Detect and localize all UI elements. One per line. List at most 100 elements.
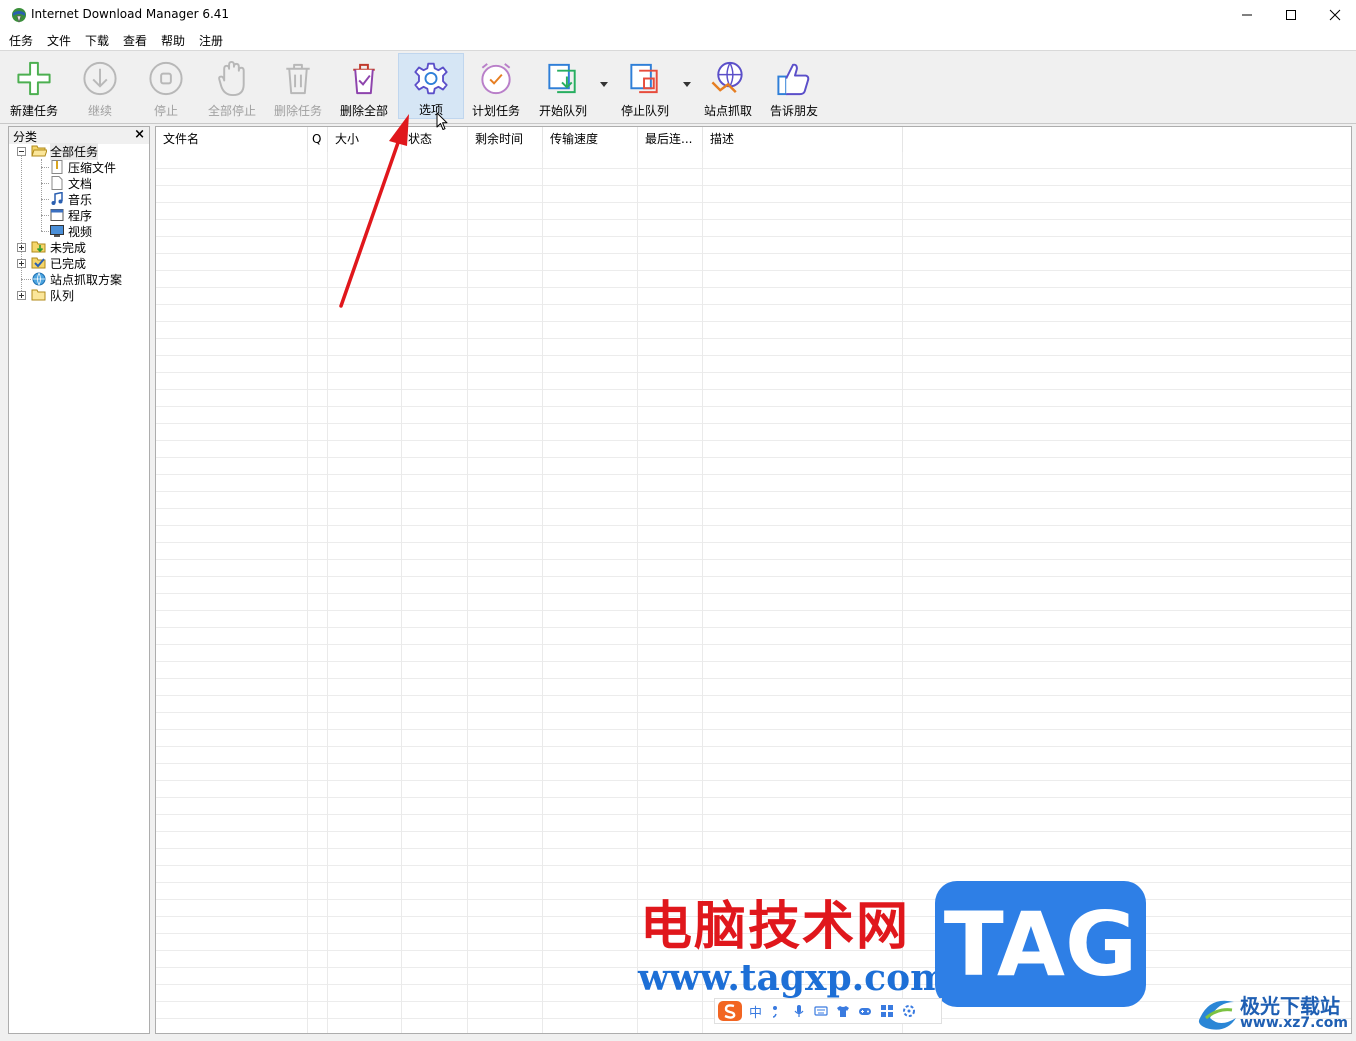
settings-flower-icon[interactable] <box>902 1004 916 1018</box>
document-icon <box>51 176 63 190</box>
toolbox-grid-icon[interactable] <box>880 1004 894 1018</box>
maximize-icon <box>1285 10 1296 20</box>
column-divider <box>542 152 543 1033</box>
tree-line <box>41 215 49 216</box>
tree-label-all: 全部任务 <box>50 142 99 160</box>
menu-register[interactable]: 注册 <box>199 32 223 49</box>
stop-button[interactable]: 停止 <box>136 53 196 119</box>
column-speed[interactable]: 传输速度 <box>543 127 638 152</box>
watermark-xz-url: www.xz7.com <box>1240 1015 1348 1031</box>
column-queue[interactable]: Q <box>308 127 328 152</box>
minimize-icon <box>1241 14 1252 16</box>
start-queue-button[interactable]: 开始队列 <box>532 53 594 119</box>
menu-file[interactable]: 文件 <box>47 32 71 49</box>
close-button[interactable] <box>1312 0 1356 30</box>
minimize-button[interactable] <box>1224 0 1269 30</box>
tree-line <box>41 183 49 184</box>
download-circle-icon <box>83 61 117 96</box>
tree-line <box>21 155 22 295</box>
tree-line <box>41 159 42 231</box>
tree-item-grabber-projects[interactable]: 站点抓取方案 <box>31 271 122 287</box>
start-queue-dropdown-icon[interactable] <box>600 82 608 88</box>
tree-item-finished[interactable]: 已完成 <box>31 255 86 271</box>
tree-item-video[interactable]: 视频 <box>49 223 92 239</box>
categories-panel: 分类 × 全部任务 压缩文件 文档 音乐 程序 视频 未完成 已完成 站点抓取方… <box>8 126 150 1034</box>
mouse-cursor-icon <box>436 112 448 130</box>
tree-collapse-toggle[interactable] <box>17 147 26 156</box>
stop-circle-icon <box>149 61 183 96</box>
tell-friend-button[interactable]: 告诉朋友 <box>764 53 824 119</box>
delete-task-label: 删除任务 <box>273 104 322 118</box>
tree-item-documents[interactable]: 文档 <box>49 175 92 191</box>
queue-stop-icon <box>630 63 658 94</box>
video-screen-icon <box>50 225 64 237</box>
menu-tasks[interactable]: 任务 <box>9 32 33 49</box>
tree-expand-toggle[interactable] <box>17 243 26 252</box>
ime-mode-label[interactable]: 中 <box>749 1002 762 1021</box>
tree-item-all[interactable]: 全部任务 <box>31 142 99 160</box>
scheduler-label: 计划任务 <box>471 104 520 118</box>
tree-expand-toggle[interactable] <box>17 291 26 300</box>
menu-view[interactable]: 查看 <box>123 32 147 49</box>
stop-queue-dropdown-icon[interactable] <box>683 82 691 88</box>
delete-task-button[interactable]: 删除任务 <box>268 53 328 119</box>
stop-queue-label: 停止队列 <box>620 104 669 118</box>
close-icon <box>1329 9 1340 21</box>
start-queue-label: 开始队列 <box>538 104 587 118</box>
idm-logo-icon <box>12 8 26 23</box>
menu-help[interactable]: 帮助 <box>161 32 185 49</box>
column-divider <box>307 152 308 1033</box>
watermark-tag-logo: TAG <box>935 881 1146 1007</box>
tree-label-finished: 已完成 <box>50 256 87 271</box>
microphone-icon[interactable] <box>792 1004 806 1018</box>
new-task-button[interactable]: 新建任务 <box>4 53 64 119</box>
gamepad-icon[interactable] <box>858 1004 872 1018</box>
tree-item-compressed[interactable]: 压缩文件 <box>49 159 116 175</box>
tree-line <box>21 279 31 280</box>
tree-label-grabber-projects: 站点抓取方案 <box>50 272 123 287</box>
tree-item-queues[interactable]: 队列 <box>31 287 74 303</box>
watermark-site-url: www.tagxp.com <box>638 957 949 999</box>
tree-item-unfinished[interactable]: 未完成 <box>31 239 86 255</box>
keyboard-icon[interactable] <box>814 1004 828 1018</box>
scheduler-button[interactable]: 计划任务 <box>466 53 526 119</box>
resume-button[interactable]: 继续 <box>70 53 130 119</box>
watermark-site-name: 电脑技术网 <box>640 897 911 957</box>
site-grabber-button[interactable]: 站点抓取 <box>698 53 758 119</box>
tree-item-programs[interactable]: 程序 <box>49 207 92 223</box>
punctuation-icon[interactable] <box>770 1004 784 1018</box>
unfinished-folder-icon <box>31 241 46 253</box>
stop-label: 停止 <box>153 104 178 118</box>
column-last-try[interactable]: 最后连... <box>638 127 703 152</box>
stop-all-label: 全部停止 <box>207 104 256 118</box>
tree-expand-toggle[interactable] <box>17 259 26 268</box>
menu-bar: 任务 文件 下载 查看 帮助 注册 <box>0 30 1356 51</box>
alarm-clock-icon <box>481 63 511 95</box>
grabber-globe-icon <box>32 272 46 286</box>
menu-download[interactable]: 下载 <box>85 32 109 49</box>
tree-label-compressed: 压缩文件 <box>68 160 117 175</box>
annotation-arrow <box>339 114 409 308</box>
stop-all-button[interactable]: 全部停止 <box>202 53 262 119</box>
categories-header: 分类 × <box>9 127 149 144</box>
column-time-left[interactable]: 剩余时间 <box>468 127 543 152</box>
music-note-icon <box>51 192 63 205</box>
stop-queue-button[interactable]: 停止队列 <box>614 53 676 119</box>
skin-shirt-icon[interactable] <box>836 1004 850 1018</box>
column-filename[interactable]: 文件名 <box>156 127 308 152</box>
tree-item-music[interactable]: 音乐 <box>49 191 92 207</box>
close-panel-button[interactable]: × <box>134 127 145 142</box>
plus-icon <box>17 61 51 96</box>
column-description[interactable]: 描述 <box>703 127 903 152</box>
ime-toolbar[interactable]: 中 <box>714 998 942 1024</box>
column-divider <box>637 152 638 1033</box>
finished-folder-icon <box>31 257 46 269</box>
maximize-button[interactable] <box>1268 0 1313 30</box>
gear-icon <box>414 62 448 95</box>
tree-label-video: 视频 <box>68 224 93 239</box>
hand-icon <box>218 60 245 97</box>
site-grabber-label: 站点抓取 <box>703 104 752 118</box>
tree-label-music: 音乐 <box>68 192 93 207</box>
tree-line <box>41 167 49 168</box>
tell-friend-label: 告诉朋友 <box>769 104 818 118</box>
